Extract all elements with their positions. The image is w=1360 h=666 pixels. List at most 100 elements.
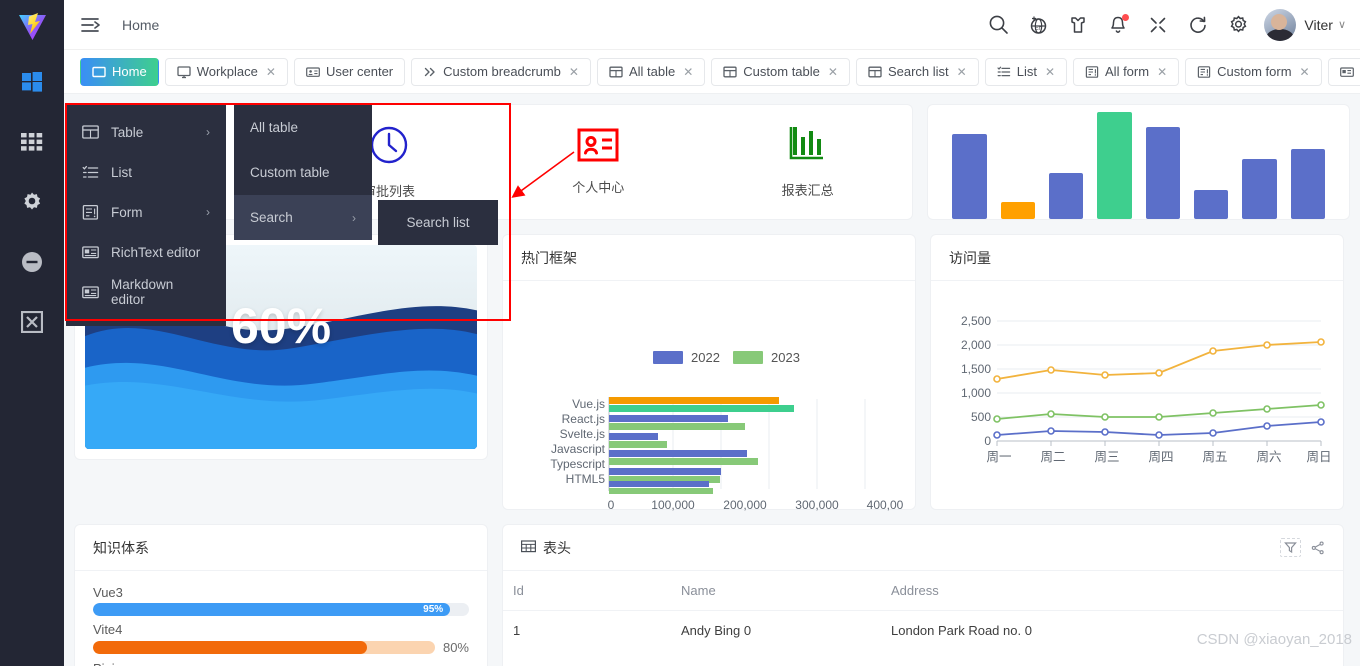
menu-fold-icon[interactable] bbox=[80, 13, 104, 37]
tab-bar[interactable]: Home Workplace ✕ User center Custom brea… bbox=[64, 50, 1360, 94]
sidebar-item-close[interactable] bbox=[12, 304, 52, 344]
progress-track[interactable] bbox=[93, 641, 435, 654]
close-icon[interactable]: ✕ bbox=[1300, 66, 1310, 78]
table-card-header: 表头 bbox=[503, 525, 1343, 571]
left-rail bbox=[0, 0, 64, 666]
mini-bar bbox=[1290, 149, 1325, 219]
tab-label: Home bbox=[112, 64, 147, 79]
menu-item-richtext-editor[interactable]: RichText editor bbox=[66, 232, 226, 272]
sidebar-item-settings[interactable] bbox=[12, 184, 52, 224]
column-header-name[interactable]: Name bbox=[671, 571, 881, 611]
table-icon bbox=[82, 124, 99, 141]
sidebar-item-grid[interactable] bbox=[12, 124, 52, 164]
bar-chart-icon bbox=[787, 125, 829, 170]
progress-value: 80% bbox=[442, 640, 469, 655]
cell-address: London Park Road no. 0 bbox=[881, 610, 1343, 650]
column-header-id[interactable]: Id bbox=[503, 571, 671, 611]
cell-id: 1 bbox=[503, 610, 671, 650]
progress-label: Vite4 bbox=[93, 622, 123, 637]
filter-icon[interactable] bbox=[1280, 538, 1301, 557]
close-icon[interactable]: ✕ bbox=[1045, 66, 1055, 78]
progress-track[interactable]: 95% bbox=[93, 603, 469, 616]
clock-icon bbox=[368, 124, 410, 171]
fullscreen-icon[interactable] bbox=[1138, 5, 1178, 45]
menu-item-form[interactable]: Form › bbox=[66, 192, 226, 232]
tab-workplace[interactable]: Workplace ✕ bbox=[164, 57, 288, 86]
avatar[interactable] bbox=[1264, 8, 1297, 41]
tab-home[interactable]: Home bbox=[80, 57, 159, 86]
dropdown-menu-level1[interactable]: Table › List Form › RichText editor Mark… bbox=[66, 104, 226, 326]
menu-item-label: Form bbox=[111, 204, 143, 220]
submenu-item-search[interactable]: Search › bbox=[234, 195, 372, 240]
dropdown-menu-level3-search-list[interactable]: Search list bbox=[378, 200, 498, 245]
close-icon[interactable]: ✕ bbox=[266, 66, 276, 78]
progress-fill: 95% bbox=[93, 603, 451, 616]
close-icon[interactable]: ✕ bbox=[957, 66, 967, 78]
svg-text:300,000: 300,000 bbox=[795, 498, 839, 512]
framework-chart-svg: 2022 2023 Vue.js React.js Svelte.js Java… bbox=[550, 350, 903, 512]
language-icon[interactable]: En bbox=[1018, 5, 1058, 45]
close-icon[interactable]: ✕ bbox=[1157, 66, 1167, 78]
close-icon[interactable]: ✕ bbox=[569, 66, 579, 78]
progress-row: 95% bbox=[93, 603, 469, 616]
table-row[interactable]: 1 Andy Bing 0 London Park Road no. 0 bbox=[503, 610, 1343, 650]
progress-item-pinia: Pinia bbox=[93, 661, 469, 666]
submenu-item-custom-table[interactable]: Custom table bbox=[234, 150, 372, 195]
table-icon bbox=[521, 539, 537, 557]
tab-search-list[interactable]: Search list ✕ bbox=[855, 57, 979, 86]
settings-gear-icon[interactable] bbox=[1218, 5, 1258, 45]
table-header-row: Id Name Address bbox=[503, 571, 1343, 611]
theme-icon[interactable] bbox=[1058, 5, 1098, 45]
shortcut-user-center[interactable]: 个人中心 bbox=[494, 128, 703, 196]
mini-bar bbox=[1097, 111, 1132, 219]
svg-text:1,000: 1,000 bbox=[961, 386, 991, 400]
submenu-item-all-table[interactable]: All table bbox=[234, 105, 372, 150]
svg-text:0: 0 bbox=[608, 498, 615, 512]
tab-label: Search list bbox=[887, 64, 949, 79]
submenu-item-label: Search list bbox=[406, 215, 470, 230]
tab-custom-table[interactable]: Custom table ✕ bbox=[711, 57, 850, 86]
windows-icon bbox=[21, 71, 43, 98]
tab-user-center[interactable]: User center bbox=[293, 57, 406, 86]
tab-list[interactable]: List ✕ bbox=[984, 57, 1068, 86]
share-icon[interactable] bbox=[1311, 541, 1325, 555]
mini-bar-chart-card bbox=[927, 104, 1350, 220]
chevron-down-icon[interactable]: ∨ bbox=[1338, 18, 1346, 31]
monitor-icon bbox=[177, 65, 191, 79]
list-icon bbox=[997, 65, 1011, 79]
username-label[interactable]: Viter bbox=[1304, 17, 1333, 33]
svg-text:2,000: 2,000 bbox=[961, 338, 991, 352]
tab-custom-breadcrumb[interactable]: Custom breadcrumb ✕ bbox=[411, 57, 591, 86]
tab-all-form[interactable]: All form ✕ bbox=[1073, 57, 1180, 86]
table-card-actions bbox=[1280, 538, 1325, 557]
tab-label: All form bbox=[1105, 64, 1150, 79]
tab-all-table[interactable]: All table ✕ bbox=[596, 57, 706, 86]
column-header-address[interactable]: Address bbox=[881, 571, 1343, 611]
tab-custom-form[interactable]: Custom form ✕ bbox=[1185, 57, 1322, 86]
close-box-icon bbox=[20, 310, 44, 338]
tab-label: Custom table bbox=[743, 64, 820, 79]
svg-text:2023: 2023 bbox=[771, 350, 800, 365]
close-icon[interactable]: ✕ bbox=[683, 66, 693, 78]
framework-chart-card: 热门框架 2022 2023 Vue.js React.js Svelte.js… bbox=[502, 234, 916, 512]
dropdown-menu-level2[interactable]: All table Custom table Search › bbox=[234, 105, 372, 240]
svg-text:周日: 周日 bbox=[1306, 450, 1331, 464]
close-icon[interactable]: ✕ bbox=[828, 66, 838, 78]
refresh-icon[interactable] bbox=[1178, 5, 1218, 45]
vite-logo-icon[interactable] bbox=[12, 6, 52, 46]
tab-richtext-partial[interactable] bbox=[1327, 57, 1360, 86]
menu-item-list[interactable]: List bbox=[66, 152, 226, 192]
visits-chart-body: 2,500 2,000 1,500 1,000 500 0 周一 周二 周三 周… bbox=[931, 281, 1343, 510]
progress-fill bbox=[93, 641, 367, 654]
minus-circle-icon bbox=[21, 251, 43, 278]
menu-item-table[interactable]: Table › bbox=[66, 112, 226, 152]
menu-item-markdown-editor[interactable]: Markdown editor bbox=[66, 272, 226, 312]
notification-bell-icon[interactable] bbox=[1098, 5, 1138, 45]
sidebar-item-disabled[interactable] bbox=[12, 244, 52, 284]
form-icon bbox=[1197, 65, 1211, 79]
shortcut-report[interactable]: 报表汇总 bbox=[703, 125, 912, 199]
richtext-icon bbox=[82, 244, 99, 261]
chevron-right-icon: › bbox=[206, 205, 210, 219]
search-icon[interactable] bbox=[978, 5, 1018, 45]
sidebar-item-windows[interactable] bbox=[12, 64, 52, 104]
